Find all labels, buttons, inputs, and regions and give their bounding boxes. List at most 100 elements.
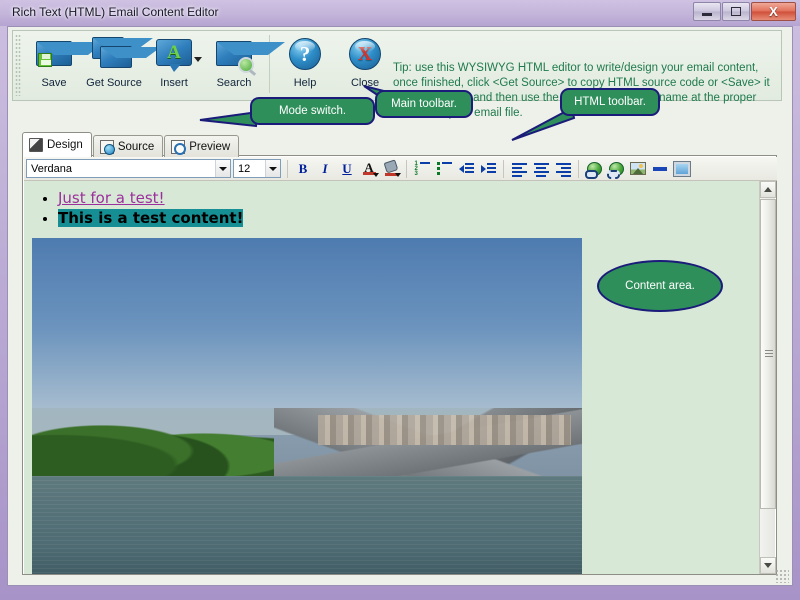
tab-source[interactable]: Source	[92, 135, 164, 157]
globe-link-icon	[584, 161, 602, 179]
bulleted-list-button[interactable]	[433, 158, 455, 179]
numbered-list-icon: 123	[415, 161, 430, 177]
title-bar[interactable]: Rich Text (HTML) Email Content Editor X	[0, 0, 800, 26]
chevron-down-icon[interactable]	[265, 160, 280, 177]
toolbar-divider	[578, 159, 579, 178]
chevron-down-icon	[764, 563, 772, 568]
callout-content-area-label: Content area.	[625, 280, 695, 292]
insert-table-icon	[673, 160, 691, 177]
maximize-icon	[731, 7, 741, 16]
callout-mode-switch-label: Mode switch.	[278, 105, 347, 117]
align-center-button[interactable]	[530, 158, 552, 179]
font-color-letter: A	[364, 159, 374, 175]
horizontal-rule-icon	[653, 166, 667, 171]
tab-design-label: Design	[47, 139, 83, 151]
font-size-value: 12	[238, 162, 251, 175]
blue-red-x-orb-icon: X	[343, 33, 387, 75]
horizontal-rule-button[interactable]	[649, 158, 671, 179]
chevron-down-icon[interactable]	[395, 173, 401, 177]
tab-source-label: Source	[117, 140, 155, 153]
search-button[interactable]: Search	[204, 33, 285, 99]
source-code-icon	[99, 139, 115, 155]
globe-unlink-icon	[606, 161, 624, 179]
resize-grip[interactable]	[775, 569, 789, 583]
chevron-down-icon[interactable]	[215, 160, 230, 177]
bullet-text-link[interactable]: Just for a test!	[58, 189, 165, 207]
scrollbar-grip-icon	[765, 350, 773, 358]
decrease-indent-button[interactable]	[455, 158, 477, 179]
bullet-text-highlighted[interactable]: This is a test content!	[58, 209, 244, 227]
design-palette-icon	[29, 138, 43, 152]
callout-html-toolbar-label: HTML toolbar.	[574, 96, 646, 108]
photo-sky	[32, 238, 582, 436]
scroll-up-button[interactable]	[760, 181, 776, 198]
decrease-indent-icon	[458, 162, 474, 175]
scroll-down-button[interactable]	[760, 557, 776, 574]
chevron-up-icon	[764, 187, 772, 192]
font-family-value: Verdana	[31, 162, 72, 175]
help-button[interactable]: ? Help	[275, 33, 335, 99]
mode-tabs: Design Source Preview	[22, 132, 240, 157]
increase-indent-icon	[480, 162, 496, 175]
insert-table-button[interactable]	[671, 158, 693, 179]
envelope-magnifier-icon	[212, 33, 285, 75]
bulleted-list-icon	[436, 162, 452, 175]
list-item[interactable]: This is a test content!	[58, 209, 761, 228]
insert-button-label: Insert	[160, 77, 188, 89]
italic-button[interactable]: I	[314, 158, 336, 179]
close-window-button[interactable]: X	[751, 2, 796, 21]
vertical-scrollbar[interactable]	[759, 181, 776, 574]
tab-preview-label: Preview	[189, 140, 231, 153]
get-source-button[interactable]: Get Source	[84, 33, 161, 99]
toolbar-divider	[503, 159, 504, 178]
font-color-button[interactable]: A	[358, 158, 380, 179]
photo-village	[318, 414, 571, 446]
two-envelopes-icon	[92, 33, 161, 75]
align-center-icon	[533, 162, 549, 177]
remove-link-button[interactable]	[605, 158, 627, 179]
font-size-select[interactable]: 12	[233, 159, 281, 178]
get-source-button-label: Get Source	[86, 77, 142, 89]
minimize-icon	[702, 12, 712, 16]
toolbar-divider	[287, 159, 288, 178]
picture-icon	[630, 162, 646, 175]
align-right-button[interactable]	[552, 158, 574, 179]
content-image[interactable]	[32, 238, 582, 574]
application-window: Rich Text (HTML) Email Content Editor X …	[0, 0, 800, 600]
blue-question-orb-icon: ?	[283, 33, 327, 75]
content-canvas[interactable]: Just for a test! This is a test content!	[24, 181, 761, 574]
insert-button[interactable]: A Insert	[144, 33, 204, 99]
tab-design[interactable]: Design	[22, 132, 92, 157]
minimize-button[interactable]	[693, 2, 721, 21]
help-button-label: Help	[293, 77, 317, 89]
window-controls: X	[693, 2, 796, 21]
callout-main-toolbar-label: Main toolbar.	[391, 98, 457, 110]
insert-image-button[interactable]	[627, 158, 649, 179]
save-button[interactable]: Save	[24, 33, 105, 99]
callout-mode-switch: Mode switch.	[250, 97, 375, 125]
insert-dropdown-arrow-icon[interactable]	[194, 57, 202, 62]
close-icon: X	[769, 4, 778, 19]
save-button-label: Save	[41, 77, 67, 89]
callout-content-area: Content area.	[597, 260, 723, 312]
maximize-button[interactable]	[722, 2, 750, 21]
callout-html-toolbar: HTML toolbar.	[560, 88, 660, 116]
highlight-color-button[interactable]	[380, 158, 402, 179]
bold-button[interactable]: B	[292, 158, 314, 179]
font-family-select[interactable]: Verdana	[26, 159, 231, 178]
chevron-down-icon[interactable]	[373, 173, 379, 177]
content-bullet-list: Just for a test! This is a test content!	[24, 189, 761, 228]
insert-link-button[interactable]	[583, 158, 605, 179]
increase-indent-button[interactable]	[477, 158, 499, 179]
scrollbar-thumb[interactable]	[760, 199, 776, 509]
preview-page-icon	[171, 139, 187, 155]
align-left-button[interactable]	[508, 158, 530, 179]
list-item[interactable]: Just for a test!	[58, 189, 761, 208]
toolbar-grip[interactable]	[15, 34, 21, 96]
toolbar-divider	[406, 159, 407, 178]
underline-button[interactable]: U	[336, 158, 358, 179]
tab-preview[interactable]: Preview	[164, 135, 240, 157]
photo-lake	[32, 476, 582, 574]
align-right-icon	[555, 162, 571, 177]
numbered-list-button[interactable]: 123	[411, 158, 433, 179]
